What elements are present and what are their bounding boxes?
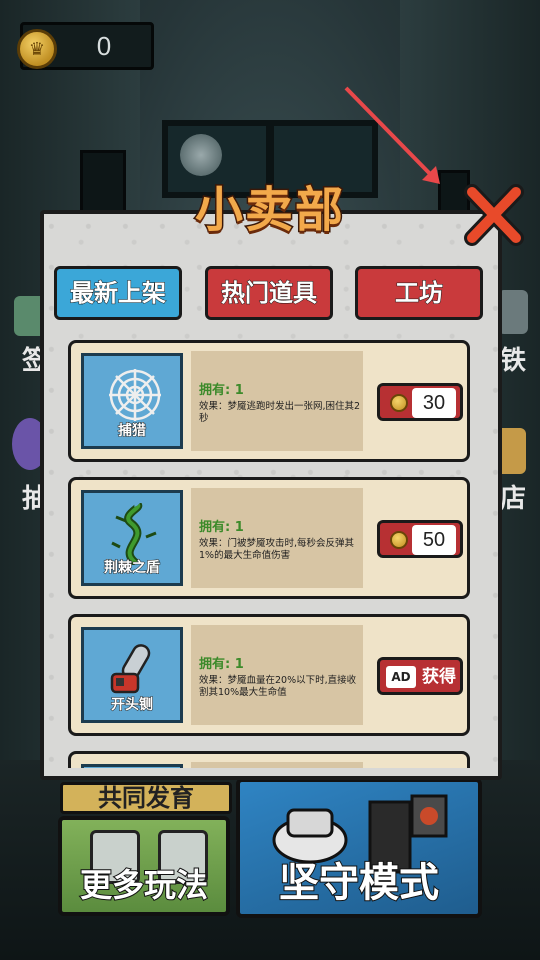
shop-item: 捕猎 拥有: 1 效果：梦魇逃跑时发出一张网,困住其2秒 30 bbox=[68, 340, 470, 462]
watch-ad-button[interactable]: AD 获得 bbox=[377, 657, 463, 695]
item-thumbnail bbox=[81, 764, 183, 768]
item-info: 拥有: 1 效果：梦魇血量在20%以下时,直接收割其10%最大生命值 bbox=[191, 625, 363, 725]
buy-button[interactable]: 50 bbox=[377, 520, 463, 558]
coin-icon bbox=[390, 531, 408, 549]
more-modes-label: 更多玩法 bbox=[79, 865, 209, 905]
side-label-right-bottom: 店 bbox=[500, 484, 527, 514]
price-value: 50 bbox=[412, 525, 456, 555]
item-owned: 拥有: 1 bbox=[199, 383, 244, 398]
coin-counter: ♛ 0 bbox=[17, 22, 154, 70]
pointer-arrow-icon bbox=[344, 86, 440, 184]
item-name: 捕猎 bbox=[118, 423, 147, 440]
tab-workshop[interactable]: 工坊 bbox=[355, 266, 483, 320]
tab-newest[interactable]: 最新上架 bbox=[54, 266, 182, 320]
coin-count: 0 bbox=[96, 31, 112, 61]
spider-web-icon bbox=[109, 369, 161, 421]
item-name: 开头铡 bbox=[111, 697, 154, 714]
item-info bbox=[191, 762, 363, 768]
ad-tag: AD bbox=[386, 666, 416, 688]
item-description: 效果：梦魇逃跑时发出一张网,困住其2秒 bbox=[199, 401, 361, 424]
side-icon-right-top[interactable] bbox=[498, 290, 528, 334]
shop-item-list[interactable]: 捕猎 拥有: 1 效果：梦魇逃跑时发出一张网,困住其2秒 30 荆棘之盾 拥有:… bbox=[64, 338, 474, 768]
defend-mode-label: 坚守模式 bbox=[278, 859, 440, 907]
item-info: 拥有: 1 效果：梦魇逃跑时发出一张网,困住其2秒 bbox=[191, 351, 363, 451]
shop-item bbox=[68, 751, 470, 768]
item-info: 拥有: 1 效果：门被梦魇攻击时,每秒会反弹其1%的最大生命值伤害 bbox=[191, 488, 363, 588]
item-thumbnail: 开头铡 bbox=[81, 627, 183, 723]
item-thumbnail: 捕猎 bbox=[81, 353, 183, 449]
coop-label: 共同发育 bbox=[98, 784, 194, 812]
shop-item: 开头铡 拥有: 1 效果：梦魇血量在20%以下时,直接收割其10%最大生命值 A… bbox=[68, 614, 470, 736]
ad-label: 获得 bbox=[422, 667, 456, 687]
coin-icon: ♛ bbox=[17, 29, 57, 69]
buy-button[interactable]: 30 bbox=[377, 383, 463, 421]
side-label-right-top: 铁 bbox=[500, 346, 527, 376]
coop-button[interactable]: 共同发育 bbox=[60, 782, 232, 814]
item-thumbnail: 荆棘之盾 bbox=[81, 490, 183, 586]
item-name: 荆棘之盾 bbox=[104, 560, 161, 577]
defend-mode-button[interactable]: 坚守模式 bbox=[236, 778, 482, 918]
close-icon bbox=[464, 184, 524, 246]
item-owned: 拥有: 1 bbox=[199, 520, 244, 535]
coin-icon bbox=[390, 394, 408, 412]
item-owned: 拥有: 1 bbox=[199, 657, 244, 672]
item-description: 效果：梦魇血量在20%以下时,直接收割其10%最大生命值 bbox=[199, 675, 357, 698]
tab-hot-items[interactable]: 热门道具 bbox=[205, 266, 333, 320]
item-description: 效果：门被梦魇攻击时,每秒会反弹其1%的最大生命值伤害 bbox=[199, 538, 355, 561]
thorn-vine-icon bbox=[111, 503, 157, 565]
more-modes-button[interactable]: 更多玩法 bbox=[58, 816, 230, 916]
price-value: 30 bbox=[412, 388, 456, 418]
chainsaw-icon bbox=[110, 644, 151, 694]
close-button[interactable] bbox=[462, 180, 526, 250]
shop-item: 荆棘之盾 拥有: 1 效果：门被梦魇攻击时,每秒会反弹其1%的最大生命值伤害 5… bbox=[68, 477, 470, 599]
